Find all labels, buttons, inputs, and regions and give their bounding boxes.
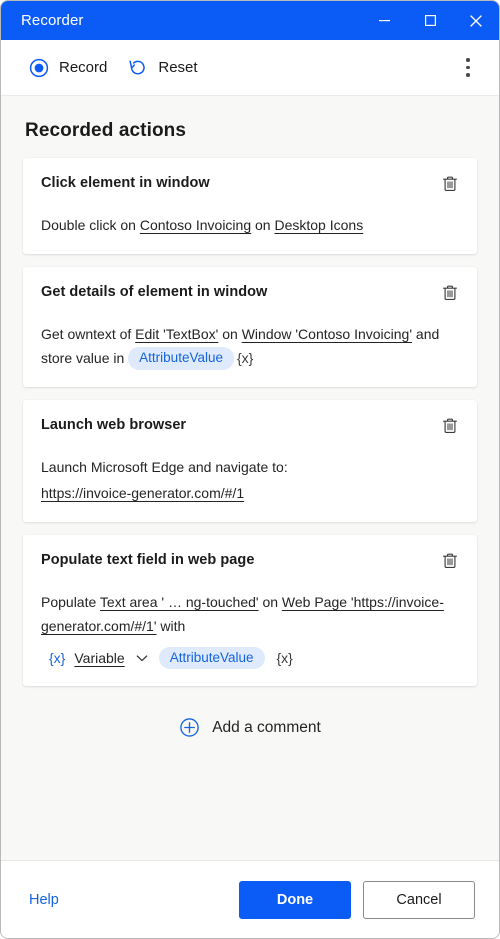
more-options-button[interactable] <box>451 51 485 85</box>
delete-action-button[interactable] <box>437 548 463 574</box>
action-text: on <box>218 326 242 343</box>
action-card[interactable]: Populate text field in web page Populate … <box>23 535 477 687</box>
action-target-link[interactable]: Contoso Invoicing <box>140 217 251 233</box>
variable-token-prefix: {x} <box>49 649 66 666</box>
action-target-link[interactable]: Edit 'TextBox' <box>135 326 218 342</box>
action-card-title: Launch web browser <box>41 417 187 434</box>
recorded-actions-panel: Recorded actions Click element in window… <box>1 96 499 860</box>
action-card-header: Get details of element in window <box>41 284 459 306</box>
record-label: Record <box>59 59 108 76</box>
add-circle-icon <box>180 718 199 737</box>
help-link[interactable]: Help <box>29 892 59 908</box>
action-card[interactable]: Click element in window Double click on C… <box>23 158 477 255</box>
action-card-body: Launch Microsoft Edge and navigate to: ht… <box>41 455 459 505</box>
action-target-link[interactable]: Desktop Icons <box>274 217 363 233</box>
action-card-body: Get owntext of Edit 'TextBox' on Window … <box>41 322 459 370</box>
action-card-title: Populate text field in web page <box>41 552 255 569</box>
action-text: on <box>251 217 275 233</box>
action-text: with <box>156 618 186 635</box>
reset-icon <box>129 60 146 75</box>
reset-label: Reset <box>158 59 198 76</box>
action-text: Get owntext of <box>41 326 136 343</box>
trash-icon <box>443 285 457 301</box>
cancel-button[interactable]: Cancel <box>363 880 475 919</box>
done-button[interactable]: Done <box>239 880 351 919</box>
action-text: Launch Microsoft Edge and navigate to: <box>41 459 288 476</box>
action-card[interactable]: Get details of element in window Get ownt… <box>23 267 477 388</box>
action-card-body: Double click on Contoso Invoicing on Des… <box>41 213 459 237</box>
action-text: Double click on <box>41 217 140 233</box>
action-card-title: Get details of element in window <box>41 284 268 301</box>
chevron-down-icon <box>136 655 148 662</box>
trash-icon <box>443 418 457 434</box>
variable-selector-row: {x} Variable AttributeValue {x} <box>41 646 459 670</box>
variable-chip[interactable]: AttributeValue <box>158 646 265 670</box>
variable-dropdown[interactable]: Variable <box>74 650 149 666</box>
action-card[interactable]: Launch web browser Launch Microsoft Edge … <box>23 400 477 523</box>
page-title: Recorded actions <box>25 120 187 141</box>
record-icon <box>29 58 49 77</box>
action-card-title: Click element in window <box>41 175 210 191</box>
action-card-header: Launch web browser <box>41 417 459 439</box>
action-card-header: Populate text field in web page <box>41 552 459 574</box>
variable-dropdown-label: Variable <box>74 649 125 666</box>
dialog-footer: Help Done Cancel <box>1 860 499 938</box>
kebab-dot <box>466 58 470 62</box>
variable-token-suffix: {x} <box>276 649 293 666</box>
trash-icon <box>443 554 457 569</box>
action-target-link[interactable]: Window 'Contoso Invoicing' <box>242 326 412 342</box>
delete-action-button[interactable] <box>437 413 463 439</box>
recorder-window: Recorder Record Reset Recorded actions C… <box>0 0 500 939</box>
action-target-link[interactable]: Text area ' … ng-touched' <box>100 594 259 610</box>
variable-chip[interactable]: AttributeValue <box>128 347 234 370</box>
minimize-icon <box>378 20 390 22</box>
delete-action-button[interactable] <box>437 171 463 197</box>
action-card-list: Click element in window Double click on C… <box>23 158 477 687</box>
close-button[interactable] <box>453 1 499 40</box>
maximize-button[interactable] <box>407 1 453 40</box>
add-comment-label: Add a comment <box>212 718 321 736</box>
add-comment-button[interactable]: Add a comment <box>23 699 477 744</box>
action-card-header: Click element in window <box>41 175 459 197</box>
command-bar: Record Reset <box>1 40 499 96</box>
window-title: Recorder <box>21 12 84 29</box>
kebab-dot <box>466 73 470 77</box>
record-button[interactable]: Record <box>19 50 117 86</box>
variable-token: {x} <box>236 350 254 367</box>
trash-icon <box>443 176 457 191</box>
action-url-link[interactable]: https://invoice-generator.com/#/1 <box>41 485 244 501</box>
close-icon <box>470 14 482 27</box>
minimize-button[interactable] <box>361 1 407 40</box>
maximize-icon <box>424 15 436 27</box>
title-bar: Recorder <box>1 1 499 40</box>
action-text: on <box>258 594 282 611</box>
action-text: Populate <box>41 594 100 611</box>
reset-button[interactable]: Reset <box>117 50 207 86</box>
delete-action-button[interactable] <box>437 280 463 306</box>
window-controls <box>361 1 499 40</box>
action-card-body: Populate Text area ' … ng-touched' on We… <box>41 590 459 638</box>
kebab-dot <box>466 65 470 70</box>
